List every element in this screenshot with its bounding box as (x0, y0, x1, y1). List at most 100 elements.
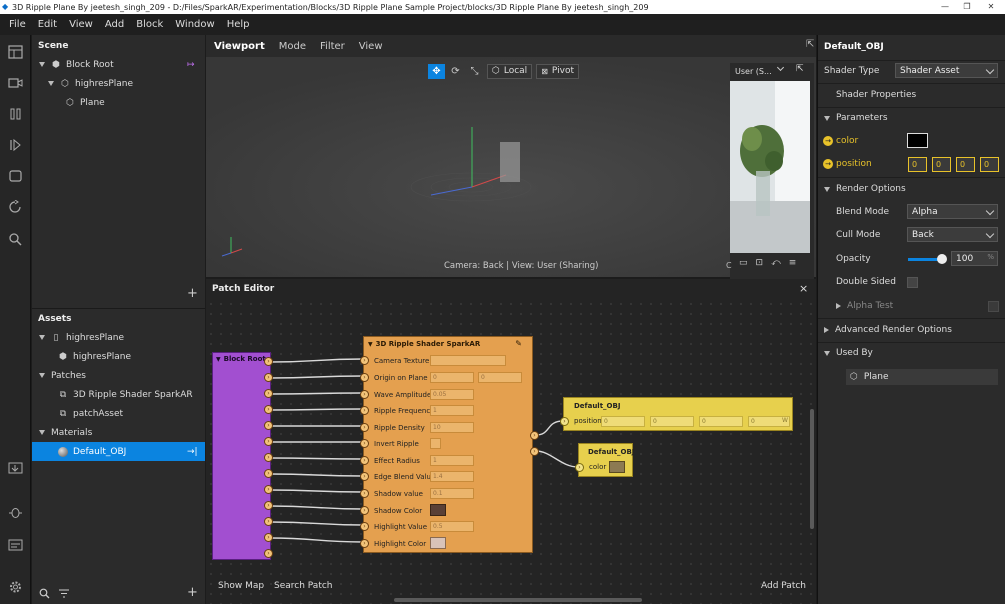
tab-filter[interactable]: Filter (320, 41, 345, 52)
add-patch-button[interactable]: Add Patch (761, 581, 806, 591)
output-port[interactable]: › (264, 549, 273, 558)
used-by-item[interactable]: ⬡ Plane (846, 369, 998, 385)
scene-item-highresplane[interactable]: ⬡ highresPlane (32, 74, 205, 93)
menu-view[interactable]: View (69, 19, 93, 30)
output-port[interactable]: › (264, 501, 273, 510)
shader-output-port[interactable]: › (530, 447, 539, 456)
search-assets-icon[interactable] (39, 588, 50, 599)
filter-icon[interactable] (59, 589, 69, 598)
collapse-icon[interactable] (39, 62, 45, 67)
collapse-icon[interactable] (39, 335, 45, 340)
expand-icon[interactable] (836, 303, 841, 309)
output-port[interactable]: › (264, 421, 273, 430)
material-link-icon[interactable]: →| (187, 447, 198, 457)
input-port[interactable]: › (360, 423, 369, 432)
value-field[interactable]: 1 (430, 455, 474, 466)
shader-output-port[interactable]: › (530, 431, 539, 440)
input-port[interactable]: › (360, 406, 369, 415)
add-scene-object-button[interactable]: + (187, 286, 198, 301)
popout-icon[interactable]: ⇱ (796, 64, 804, 74)
used-by-header[interactable]: Used By (818, 342, 1005, 364)
reset-icon[interactable]: ⤺ (771, 258, 781, 268)
menu-file[interactable]: File (9, 19, 26, 30)
position-y-field[interactable]: 0 (650, 416, 694, 427)
value-field[interactable]: 0.1 (430, 488, 474, 499)
output-port[interactable]: › (264, 533, 273, 542)
origin-y-field[interactable]: 0 (478, 372, 522, 383)
menu-window[interactable]: Window (175, 19, 214, 30)
block-link-icon[interactable]: ↦ (187, 60, 195, 70)
scene-item-plane[interactable]: ⬡ Plane (32, 93, 205, 112)
menu-help[interactable]: Help (227, 19, 250, 30)
search-patch-button[interactable]: Search Patch (274, 581, 333, 591)
color-swatch[interactable] (609, 461, 625, 473)
material-position-node[interactable]: Default_OBJ › position 0 0 0 0 W (560, 397, 793, 431)
input-port[interactable]: › (360, 539, 369, 548)
settings-gear-icon[interactable] (8, 580, 23, 594)
collapse-icon[interactable] (824, 350, 830, 356)
vertical-scrollbar[interactable] (810, 409, 814, 529)
tab-viewport[interactable]: Viewport (214, 41, 265, 52)
input-port[interactable]: › (560, 417, 569, 426)
shadow-color-swatch[interactable] (430, 504, 446, 516)
rotate-tool-icon[interactable]: ⟳ (447, 64, 464, 79)
input-port[interactable]: › (575, 463, 584, 472)
show-map-button[interactable]: Show Map (218, 581, 264, 591)
output-port[interactable]: › (264, 373, 273, 382)
refresh-icon[interactable] (8, 200, 23, 214)
asset-item-highresplane-mesh[interactable]: ⬢ highresPlane (32, 347, 205, 366)
layout-icon[interactable] (8, 45, 23, 59)
import-icon[interactable] (8, 460, 23, 474)
color-param-swatch[interactable] (907, 133, 928, 148)
blend-mode-select[interactable]: Alpha (907, 204, 998, 219)
video-icon[interactable] (8, 76, 23, 90)
tab-mode[interactable]: Mode (279, 41, 306, 52)
scene-item-block-root[interactable]: ⬢ Block Root ↦ (32, 55, 205, 74)
collapse-icon[interactable] (824, 115, 830, 121)
asset-item-ripple-shader[interactable]: ⧉ 3D Ripple Shader SparkAR (32, 385, 205, 404)
menu-block[interactable]: Block (136, 19, 163, 30)
viewport[interactable]: ✥ ⟳ ⤡ ⬡ Local ⊠ Pivot User (S... ⇱ ▭ ⊡ ⤺ ≡ (206, 35, 816, 283)
minimize-icon[interactable]: — (933, 0, 957, 14)
material-color-node[interactable]: Default_OBJ › color (575, 443, 634, 477)
collapse-icon[interactable] (824, 186, 830, 192)
parameters-header[interactable]: Parameters (818, 107, 1005, 129)
tab-view[interactable]: View (359, 41, 383, 52)
output-port[interactable]: › (264, 453, 273, 462)
input-port[interactable]: › (360, 356, 369, 365)
input-port[interactable]: › (360, 472, 369, 481)
input-port[interactable]: › (360, 522, 369, 531)
input-port[interactable]: › (360, 506, 369, 515)
shader-type-select[interactable]: Shader Asset (895, 63, 998, 78)
position-w-input[interactable]: 0 (980, 157, 999, 172)
param-connected-icon[interactable]: → (823, 136, 833, 146)
output-port[interactable]: › (264, 517, 273, 526)
cull-mode-select[interactable]: Back (907, 227, 998, 242)
position-x-input[interactable]: 0 (908, 157, 927, 172)
menu-edit[interactable]: Edit (38, 19, 57, 30)
position-y-input[interactable]: 0 (932, 157, 951, 172)
viewport-canvas[interactable] (206, 57, 816, 277)
block-root-node[interactable]: ▼ Block Root (212, 352, 271, 560)
output-port[interactable]: › (264, 357, 273, 366)
horizontal-scrollbar[interactable] (394, 598, 642, 602)
value-field[interactable]: 1.4 (430, 471, 474, 482)
asset-item-default-obj[interactable]: Default_OBJ →| (32, 442, 205, 461)
output-port[interactable]: › (264, 485, 273, 494)
output-port[interactable]: › (264, 469, 273, 478)
advanced-render-header[interactable]: Advanced Render Options (818, 319, 1005, 341)
output-port[interactable]: › (264, 405, 273, 414)
step-forward-icon[interactable] (8, 138, 23, 152)
param-connected-icon[interactable]: → (823, 159, 833, 169)
double-sided-checkbox[interactable] (907, 277, 918, 288)
patch-editor[interactable]: Patch Editor × ▼ Block Root › › › › › › … (206, 279, 816, 604)
input-port[interactable]: › (360, 489, 369, 498)
edit-pencil-icon[interactable]: ✎ (515, 339, 522, 348)
camera-switch-icon[interactable]: ⊡ (756, 258, 764, 268)
value-field[interactable]: 0.05 (430, 389, 474, 400)
input-port[interactable]: › (360, 390, 369, 399)
asset-item-patchasset[interactable]: ⧉ patchAsset (32, 404, 205, 423)
ripple-shader-node[interactable]: ▼ 3D Ripple Shader SparkAR ✎ › Camera Tex… (360, 336, 533, 553)
hamburger-menu-icon[interactable]: ≡ (789, 258, 797, 268)
input-port[interactable]: › (360, 439, 369, 448)
